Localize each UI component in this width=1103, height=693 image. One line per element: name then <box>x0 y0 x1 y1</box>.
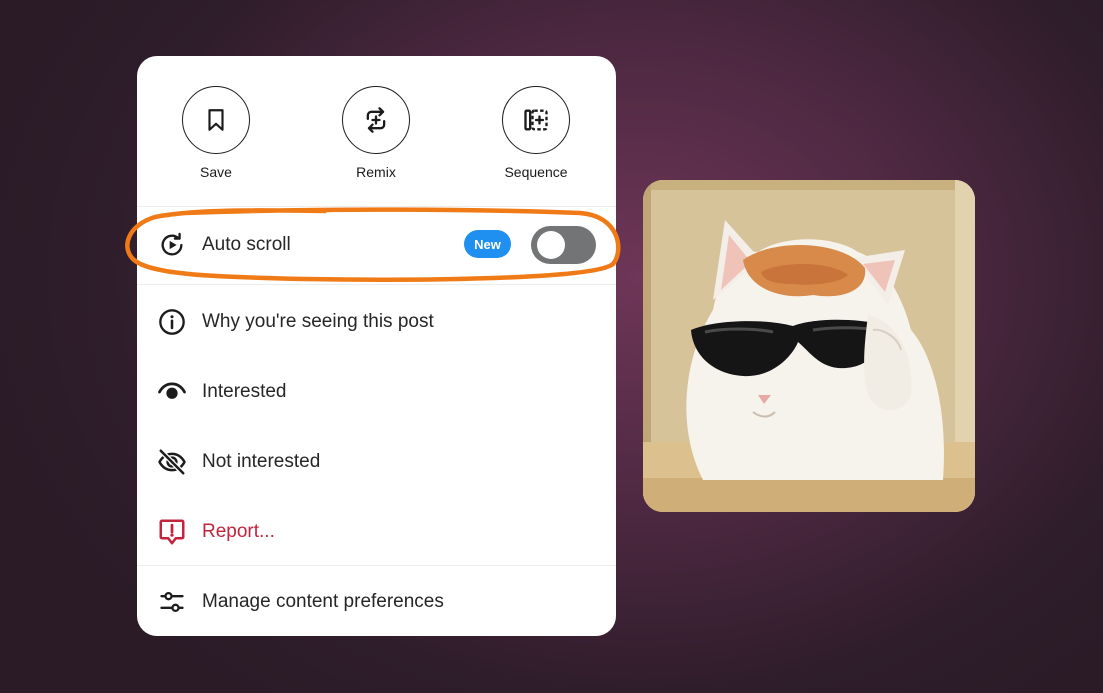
menu-item-label: Not interested <box>202 451 321 472</box>
divider <box>137 565 616 566</box>
menu-item-interested[interactable]: Interested <box>137 362 616 422</box>
menu-item-label: Why you're seeing this post <box>202 311 434 332</box>
remix-icon <box>366 107 386 133</box>
menu-item-label: Manage content preferences <box>202 591 444 612</box>
cat-illustration <box>643 180 975 512</box>
quick-actions-row: Save Remix Sequence <box>137 56 616 206</box>
toggle-knob <box>537 231 565 259</box>
eye-crossed-icon <box>157 447 187 477</box>
eye-icon <box>157 377 187 407</box>
save-action[interactable]: Save <box>156 86 276 180</box>
divider <box>137 206 616 207</box>
info-icon <box>157 307 187 337</box>
cat-image <box>643 180 975 512</box>
remix-action[interactable]: Remix <box>316 86 436 180</box>
menu-item-report[interactable]: Report... <box>137 502 616 562</box>
menu-item-not-interested[interactable]: Not interested <box>137 432 616 492</box>
save-label: Save <box>200 164 232 180</box>
sequence-button[interactable] <box>502 86 570 154</box>
sequence-icon <box>524 109 548 131</box>
divider <box>137 284 616 285</box>
menu-item-why-seeing[interactable]: Why you're seeing this post <box>137 292 616 352</box>
save-button[interactable] <box>182 86 250 154</box>
bookmark-icon <box>208 109 224 131</box>
menu-item-manage-preferences[interactable]: Manage content preferences <box>137 572 616 632</box>
auto-scroll-label: Auto scroll <box>202 234 291 255</box>
menu-item-label: Interested <box>202 381 287 402</box>
post-options-menu: Save Remix Sequence Auto scroll New Why … <box>137 56 616 636</box>
report-icon <box>157 517 187 547</box>
menu-item-label: Report... <box>202 521 275 542</box>
auto-scroll-toggle[interactable] <box>531 226 596 264</box>
remix-label: Remix <box>356 164 396 180</box>
auto-scroll-icon <box>157 230 187 260</box>
remix-button[interactable] <box>342 86 410 154</box>
sequence-action[interactable]: Sequence <box>476 86 596 180</box>
new-badge: New <box>464 230 511 258</box>
sliders-icon <box>157 587 187 617</box>
sequence-label: Sequence <box>504 164 568 180</box>
